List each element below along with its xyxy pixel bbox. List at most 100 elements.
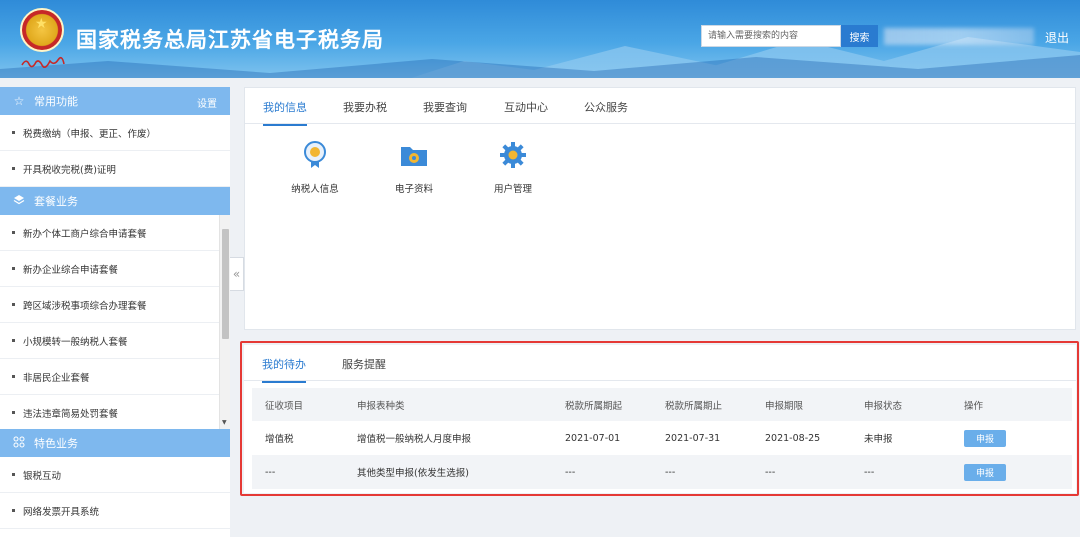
sidebar-item-package-0[interactable]: 新办个体工商户综合申请套餐 (0, 215, 230, 251)
tile-taxpayer-info[interactable]: 纳税人信息 (275, 140, 355, 195)
action-cell: 申报 (964, 421, 1072, 455)
bullet-icon (12, 131, 15, 134)
column-header: 税款所属期起 (565, 388, 665, 421)
bullet-icon (12, 375, 15, 378)
section-title: 特色业务 (34, 437, 78, 450)
bullet-icon (12, 339, 15, 342)
search-input[interactable] (701, 25, 841, 47)
calligraphy-signature-logo (21, 56, 65, 68)
sidebar-item-tax-payment[interactable]: 税费缴纳（申报、更正、作废） (0, 115, 230, 151)
sidebar-item-label: 开具税收完税(费)证明 (23, 164, 116, 176)
sidebar-item-package-5[interactable]: 违法违章简易处罚套餐 (0, 395, 230, 429)
layers-icon (12, 194, 26, 209)
todo-table: 征收项目 申报表种类 税款所属期起 税款所属期止 申报期限 申报状态 操作 增值… (252, 388, 1072, 489)
table-cell: --- (565, 455, 665, 489)
section-title: 套餐业务 (34, 195, 78, 208)
taxpayer-info-icon (304, 141, 326, 168)
tab-tax-handling[interactable]: 我要办税 (343, 99, 387, 124)
sidebar-item-label: 跨区域涉税事项综合办理套餐 (23, 300, 147, 312)
bullet-icon (12, 473, 15, 476)
sidebar-item-package-4[interactable]: 非居民企业套餐 (0, 359, 230, 395)
tab-public-service[interactable]: 公众服务 (584, 99, 628, 124)
table-row: --- 其他类型申报(依发生选报) --- --- --- --- 申报 (252, 455, 1072, 489)
main-tabs: 我的信息 我要办税 我要查询 互动中心 公众服务 (245, 88, 1075, 126)
sidebar-item-package-1[interactable]: 新办企业综合申请套餐 (0, 251, 230, 287)
sidebar: ☆ 常用功能 设置 税费缴纳（申报、更正、作废） 开具税收完税(费)证明 套餐业… (0, 87, 230, 537)
tab-my-info[interactable]: 我的信息 (263, 99, 307, 126)
sidebar-item-label: 网络发票开具系统 (23, 506, 100, 518)
todo-tabs: 我的待办 服务提醒 (244, 345, 1076, 383)
table-cell: --- (665, 455, 765, 489)
user-name-blurred (884, 28, 1034, 45)
table-header-row: 征收项目 申报表种类 税款所属期起 税款所属期止 申报期限 申报状态 操作 (252, 388, 1072, 421)
tile-label: 用户管理 (493, 184, 532, 195)
table-cell: 2021-07-01 (565, 432, 621, 444)
sidebar-item-label: 新办企业综合申请套餐 (23, 264, 119, 276)
declare-button[interactable]: 申报 (964, 463, 1006, 481)
table-cell: --- (765, 455, 864, 489)
sidebar-section-special[interactable]: 特色业务 (0, 429, 230, 457)
setting-link[interactable]: 设置 (197, 95, 217, 110)
grid-icon (12, 436, 26, 451)
my-todo-panel: 我的待办 服务提醒 征收项目 申报表种类 税款所属期起 税款所属期止 申报期限 … (244, 345, 1076, 493)
my-info-panel: 我的信息 我要办税 我要查询 互动中心 公众服务 纳税人信息 电子资料 用户管理 (244, 87, 1076, 330)
bullet-icon (12, 167, 15, 170)
column-header: 征收项目 (252, 388, 357, 421)
bullet-icon (12, 303, 15, 306)
tile-e-documents[interactable]: 电子资料 (374, 140, 454, 195)
folder-icon (401, 147, 427, 166)
sidebar-item-bank-tax[interactable]: 银税互动 (0, 457, 230, 493)
section-title: 常用功能 (34, 95, 78, 108)
sidebar-item-label: 税费缴纳（申报、更正、作废） (23, 128, 157, 140)
sidebar-section-package[interactable]: 套餐业务 (0, 187, 230, 215)
bullet-icon (12, 509, 15, 512)
gear-icon (500, 142, 526, 168)
scrollbar-thumb[interactable] (222, 229, 229, 339)
sidebar-item-package-3[interactable]: 小规模转一般纳税人套餐 (0, 323, 230, 359)
table-cell: 增值税一般纳税人月度申报 (357, 434, 472, 445)
star-outline-icon: ☆ (13, 94, 25, 108)
tab-query[interactable]: 我要查询 (423, 99, 467, 124)
package-list: 新办个体工商户综合申请套餐 新办企业综合申请套餐 跨区域涉税事项综合办理套餐 小… (0, 215, 230, 429)
sidebar-item-e-invoice[interactable]: 网络发票开具系统 (0, 493, 230, 529)
column-header: 申报期限 (765, 388, 864, 421)
tile-user-management[interactable]: 用户管理 (473, 140, 553, 195)
table-row: 增值税 增值税一般纳税人月度申报 2021-07-01 2021-07-31 2… (252, 421, 1072, 455)
status-cell: --- (864, 455, 964, 489)
search-button[interactable]: 搜索 (841, 25, 878, 47)
sidebar-item-label: 新办个体工商户综合申请套餐 (23, 228, 147, 240)
tab-service-reminder[interactable]: 服务提醒 (342, 356, 386, 381)
sidebar-item-label: 违法违章简易处罚套餐 (23, 408, 119, 420)
header-banner: ★ 国家税务总局江苏省电子税务局 搜索 退出 (0, 0, 1080, 78)
double-chevron-left-icon: « (232, 267, 241, 281)
table-cell: 2021-07-31 (665, 432, 721, 444)
tile-label: 电子资料 (394, 184, 433, 195)
sidebar-collapse-button[interactable]: « (230, 257, 244, 291)
sidebar-item-label: 小规模转一般纳税人套餐 (23, 336, 128, 348)
tab-my-todo[interactable]: 我的待办 (262, 356, 306, 383)
column-header: 申报表种类 (357, 388, 565, 421)
action-cell: 申报 (964, 455, 1072, 489)
scroll-down-arrow-icon[interactable]: ▼ (222, 419, 227, 426)
table-cell: --- (252, 455, 357, 489)
column-header: 申报状态 (864, 388, 964, 421)
status-cell: 未申报 (864, 434, 893, 445)
sidebar-item-label: 非居民企业套餐 (23, 372, 90, 384)
bullet-icon (12, 231, 15, 234)
emblem-star-icon: ★ (35, 16, 48, 32)
declare-button[interactable]: 申报 (964, 429, 1006, 447)
bullet-icon (12, 267, 15, 270)
sidebar-item-tax-certificate[interactable]: 开具税收完税(费)证明 (0, 151, 230, 187)
bullet-icon (12, 411, 15, 414)
tile-label: 纳税人信息 (291, 184, 339, 195)
sidebar-scrollbar[interactable]: ▼ (219, 215, 230, 429)
site-title: 国家税务总局江苏省电子税务局 (76, 28, 384, 52)
table-cell: 其他类型申报(依发生选报) (357, 455, 565, 489)
tab-interaction[interactable]: 互动中心 (504, 99, 548, 124)
logout-link[interactable]: 退出 (1045, 29, 1069, 46)
table-cell: 2021-08-25 (765, 432, 821, 444)
sidebar-item-package-2[interactable]: 跨区域涉税事项综合办理套餐 (0, 287, 230, 323)
sidebar-section-common[interactable]: ☆ 常用功能 设置 (0, 87, 230, 115)
column-header: 税款所属期止 (665, 388, 765, 421)
sidebar-item-label: 银税互动 (23, 470, 62, 482)
